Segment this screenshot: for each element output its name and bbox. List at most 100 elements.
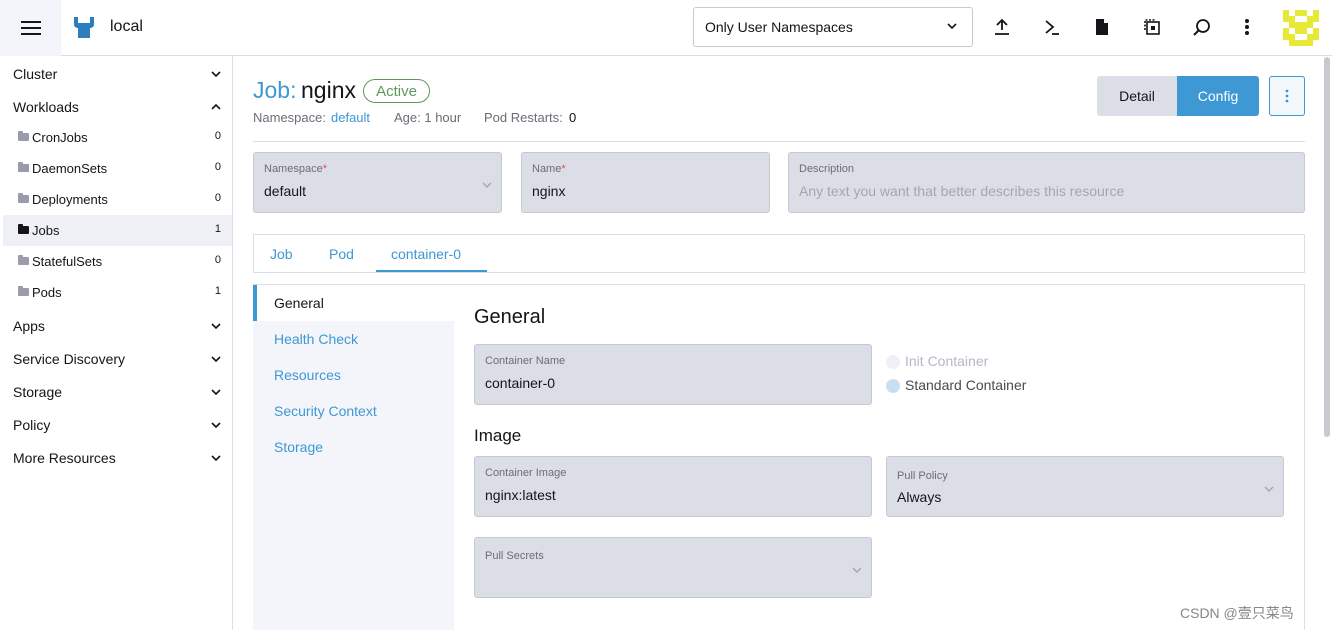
sidebar-group-label: Service Discovery <box>13 350 126 367</box>
sidebar-item-label: DaemonSets <box>32 161 108 176</box>
chevron-down-icon <box>211 422 221 429</box>
more-vertical-icon <box>1245 19 1249 35</box>
sidebar-item-count: 0 <box>214 192 221 204</box>
sidebar-item-statefulsets[interactable]: StatefulSets 0 <box>3 246 232 277</box>
pull-policy-select[interactable]: Pull Policy Always <box>886 456 1284 517</box>
pull-secrets-select[interactable]: Pull Secrets <box>474 537 872 598</box>
chevron-down-icon <box>852 567 862 573</box>
chevron-down-icon <box>211 389 221 396</box>
download-kubeconfig-button[interactable] <box>1091 16 1113 38</box>
container-name-field[interactable]: Container Name container-0 <box>474 344 872 405</box>
side-tab-storage[interactable]: Storage <box>253 429 454 465</box>
namespace-select[interactable]: Namespace* default <box>253 152 502 213</box>
sidebar: Cluster Workloads CronJobs 0 DaemonSets … <box>0 56 233 630</box>
page-scrollbar[interactable] <box>1324 57 1330 437</box>
sidebar-item-count: 0 <box>214 130 221 142</box>
namespace-field-value: default <box>264 183 307 199</box>
container-name-label: Container Name <box>485 355 566 367</box>
actions-menu-button[interactable] <box>1269 76 1305 116</box>
container-name-value: container-0 <box>485 375 556 391</box>
sidebar-group-label: Storage <box>13 383 63 400</box>
pull-policy-value: Always <box>897 489 942 505</box>
active-tab-indicator <box>376 270 487 272</box>
sidebar-group-storage[interactable]: Storage <box>0 375 232 408</box>
file-icon <box>1096 19 1108 35</box>
sidebar-item-label: Deployments <box>32 192 108 207</box>
sidebar-item-label: StatefulSets <box>32 254 103 269</box>
sidebar-group-cluster[interactable]: Cluster <box>0 57 232 90</box>
header-divider <box>253 141 1305 142</box>
name-field-label: Name* <box>532 163 566 175</box>
page-title: nginx <box>301 77 356 103</box>
description-field-label: Description <box>799 163 855 175</box>
search-button[interactable] <box>1191 16 1213 38</box>
init-container-radio[interactable] <box>886 355 900 369</box>
namespace-link[interactable]: default <box>331 110 370 125</box>
sidebar-item-deployments[interactable]: Deployments 0 <box>3 184 232 215</box>
sidebar-item-count: 0 <box>214 254 221 266</box>
page-title-type[interactable]: Job: <box>253 77 296 104</box>
init-container-label: Init Container <box>905 353 989 369</box>
description-placeholder: Any text you want that better describes … <box>799 183 1125 199</box>
sidebar-group-workloads[interactable]: Workloads <box>0 90 232 123</box>
upload-icon <box>995 18 1009 35</box>
container-image-label: Container Image <box>485 467 567 479</box>
sidebar-item-label: Jobs <box>32 223 60 238</box>
pull-policy-label: Pull Policy <box>897 470 948 482</box>
side-tabs: General Health Check Resources Security … <box>253 285 454 630</box>
sidebar-group-service-discovery[interactable]: Service Discovery <box>0 342 232 375</box>
side-tab-general[interactable]: General <box>253 285 454 321</box>
image-heading: Image <box>474 426 522 445</box>
chevron-down-icon <box>482 182 492 188</box>
general-heading: General <box>474 306 546 328</box>
menu-icon <box>20 21 41 35</box>
container-image-field[interactable]: Container Image nginx:latest <box>474 456 872 517</box>
sidebar-item-pods[interactable]: Pods 1 <box>3 277 232 308</box>
side-tab-security-context[interactable]: Security Context <box>253 393 454 429</box>
kubectl-shell-button[interactable] <box>1041 16 1063 38</box>
standard-container-radio[interactable] <box>886 379 900 393</box>
import-yaml-button[interactable] <box>991 16 1013 38</box>
folder-icon <box>18 224 29 234</box>
side-tab-health-check[interactable]: Health Check <box>253 321 454 357</box>
sidebar-group-policy[interactable]: Policy <box>0 408 232 441</box>
sidebar-group-label: Workloads <box>13 98 79 115</box>
user-avatar[interactable] <box>1283 10 1319 46</box>
status-badge: Active <box>363 79 430 103</box>
sidebar-group-apps[interactable]: Apps <box>0 309 232 342</box>
sidebar-group-label: Cluster <box>13 65 58 82</box>
sidebar-item-count: 1 <box>214 285 221 297</box>
side-tab-resources[interactable]: Resources <box>253 357 454 393</box>
resource-tabs: Job Pod container-0 <box>253 234 1305 273</box>
tab-job[interactable]: Job <box>270 246 293 262</box>
chevron-down-icon <box>211 71 221 78</box>
detail-button[interactable]: Detail <box>1097 76 1177 116</box>
copy-config-icon <box>1144 19 1160 35</box>
tab-container-0[interactable]: container-0 <box>391 246 461 262</box>
pull-secrets-label: Pull Secrets <box>485 550 544 562</box>
sidebar-group-label: Apps <box>13 317 45 334</box>
sidebar-item-daemonsets[interactable]: DaemonSets 0 <box>3 153 232 184</box>
name-field-value: nginx <box>532 183 566 199</box>
cluster-logo-icon <box>74 17 94 38</box>
sidebar-item-jobs[interactable]: Jobs 1 <box>3 215 232 246</box>
sidebar-group-label: Policy <box>13 416 51 433</box>
name-field[interactable]: Name* nginx <box>521 152 770 213</box>
cluster-name[interactable]: local <box>110 18 143 36</box>
more-vertical-icon <box>1285 89 1289 103</box>
description-field[interactable]: Description Any text you want that bette… <box>788 152 1305 213</box>
sidebar-item-cronjobs[interactable]: CronJobs 0 <box>3 122 232 153</box>
folder-icon <box>18 193 29 203</box>
config-button[interactable]: Config <box>1177 76 1259 116</box>
header-more-button[interactable] <box>1236 16 1258 38</box>
sidebar-group-more-resources[interactable]: More Resources <box>0 441 232 474</box>
folder-icon <box>18 131 29 141</box>
watermark: CSDN @壹只菜鸟 <box>1180 605 1294 621</box>
tab-pod[interactable]: Pod <box>329 246 354 262</box>
namespace-filter-select[interactable]: Only User Namespaces <box>693 7 973 47</box>
chevron-down-icon <box>211 455 221 462</box>
copy-kubeconfig-button[interactable] <box>1141 16 1163 38</box>
age-meta: Age: 1 hour <box>394 110 462 125</box>
menu-button[interactable] <box>0 0 61 56</box>
restarts-meta-label: Pod Restarts: <box>484 110 563 125</box>
